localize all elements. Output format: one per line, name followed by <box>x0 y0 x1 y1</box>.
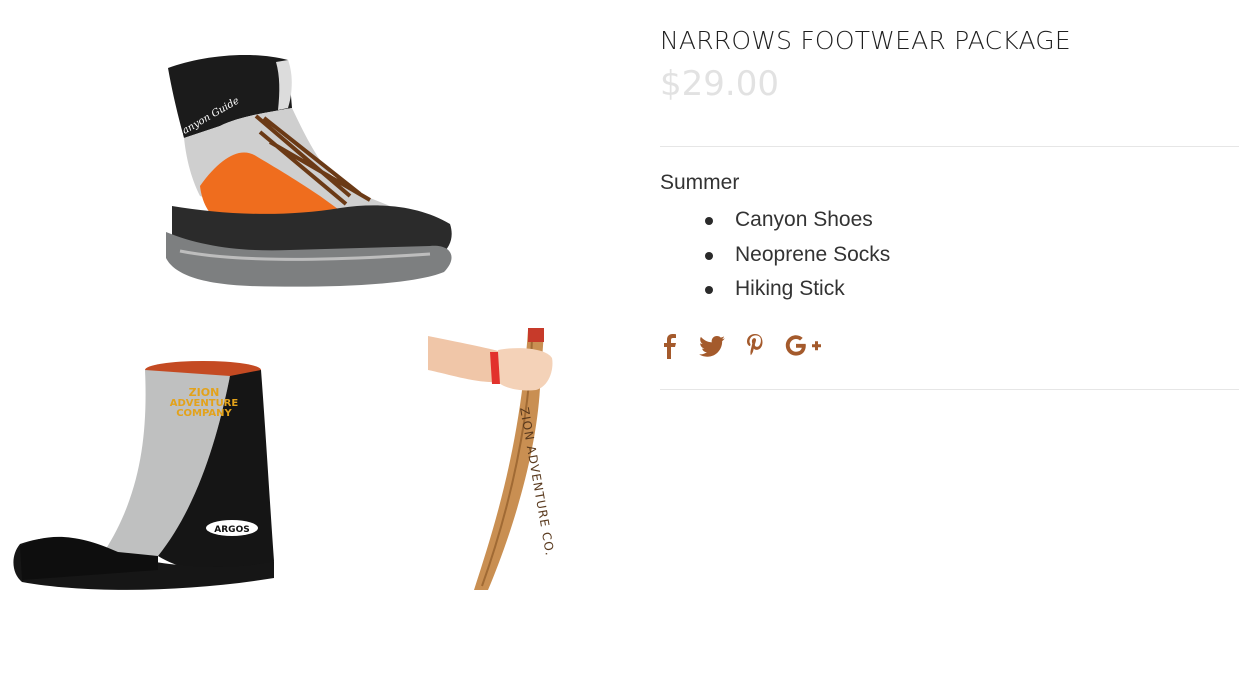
pinterest-icon[interactable] <box>744 332 766 360</box>
boot-image[interactable]: Canyon Guide <box>160 46 460 291</box>
product-gallery: Canyon Guide ZION ADVENTURE COMPANY ARGO… <box>0 0 620 684</box>
list-item: Hiking Stick <box>660 275 890 310</box>
list-item: Canyon Shoes <box>660 206 890 241</box>
list-item: Neoprene Socks <box>660 241 890 276</box>
sock-argos-logo: ARGOS <box>214 525 249 535</box>
package-items-list: Canyon Shoes Neoprene Socks Hiking Stick <box>660 206 890 310</box>
product-title: NARROWS FOOTWEAR PACKAGE <box>660 26 1071 55</box>
sock-image[interactable]: ZION ADVENTURE COMPANY ARGOS <box>8 356 280 594</box>
divider <box>660 146 1239 147</box>
svg-text:COMPANY: COMPANY <box>176 408 232 419</box>
facebook-icon[interactable] <box>660 332 680 360</box>
hiking-stick-image[interactable]: ZION ADVENTURE CO. <box>428 328 560 594</box>
season-label: Summer <box>660 171 740 194</box>
product-price: $29.00 <box>660 64 779 104</box>
social-share-bar <box>660 332 840 360</box>
twitter-icon[interactable] <box>698 332 726 360</box>
google-plus-icon[interactable] <box>784 332 822 360</box>
divider <box>660 389 1239 390</box>
